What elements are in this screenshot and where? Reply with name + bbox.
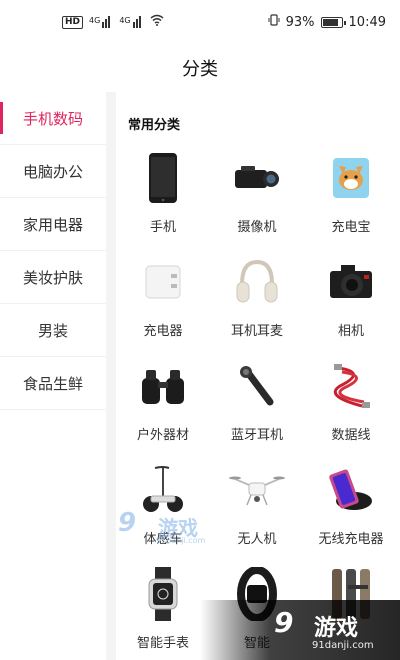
signal-icon-1: 4G bbox=[89, 16, 113, 28]
sidebar-item-fresh-food[interactable]: 食品生鲜 bbox=[0, 357, 106, 410]
category-item-outdoor-gear[interactable]: 户外器材 bbox=[116, 356, 210, 460]
watermark-mark: 9 bbox=[118, 508, 137, 538]
battery-icon bbox=[320, 16, 346, 28]
data-cable-icon bbox=[321, 358, 381, 414]
category-content: 常用分类 手机 摄像机 充电宝 充电器 耳机耳麦 相机 户外器材 蓝牙耳机 数据… bbox=[116, 92, 400, 660]
battery-percent: 93% bbox=[285, 14, 315, 30]
category-label: 摄像机 bbox=[237, 220, 277, 235]
category-item-smartwatch[interactable]: 智能手表 bbox=[116, 564, 210, 660]
status-time: 10:49 bbox=[348, 14, 386, 30]
sidebar-item-label: 手机数码 bbox=[22, 109, 83, 128]
vibrate-icon bbox=[268, 14, 280, 30]
category-item-phone[interactable]: 手机 bbox=[116, 148, 210, 252]
camcorder-icon bbox=[227, 150, 287, 206]
watermark-text: 游戏 bbox=[314, 616, 359, 641]
watermark-url: 91danji.com bbox=[312, 640, 374, 651]
category-item-power-bank[interactable]: 充电宝 bbox=[304, 148, 398, 252]
binoculars-icon bbox=[133, 358, 193, 414]
category-item-camera[interactable]: 相机 bbox=[304, 252, 398, 356]
sidebar-item-label: 食品生鲜 bbox=[22, 374, 83, 393]
watermark-url: 91danji.com bbox=[156, 536, 206, 545]
sidebar-item-menswear[interactable]: 男装 bbox=[0, 304, 106, 357]
category-label: 充电器 bbox=[143, 324, 183, 339]
category-item-headphones[interactable]: 耳机耳麦 bbox=[210, 252, 304, 356]
wireless-charger-icon bbox=[321, 462, 381, 518]
sidebar-item-computers-office[interactable]: 电脑办公 bbox=[0, 145, 106, 198]
category-item-drone[interactable]: 无人机 bbox=[210, 460, 304, 564]
headphones-icon bbox=[227, 254, 287, 310]
smartwatch-icon bbox=[133, 566, 193, 622]
drone-icon bbox=[227, 462, 287, 518]
bluetooth-earpiece-icon bbox=[227, 358, 287, 414]
category-label: 数据线 bbox=[331, 428, 371, 443]
power-bank-icon bbox=[321, 150, 381, 206]
category-label: 耳机耳麦 bbox=[230, 324, 283, 339]
watermark-logo-corner: 9 游戏 91danji.com bbox=[200, 600, 400, 660]
category-sidebar: 手机数码 电脑办公 家用电器 美妆护肤 男装 食品生鲜 bbox=[0, 92, 106, 660]
camera-icon bbox=[321, 254, 381, 310]
category-label: 无人机 bbox=[237, 532, 277, 547]
category-item-wireless-charger[interactable]: 无线充电器 bbox=[304, 460, 398, 564]
page-header: 分类 bbox=[0, 44, 400, 92]
signal-icon-2: 4G bbox=[119, 16, 143, 28]
category-item-data-cable[interactable]: 数据线 bbox=[304, 356, 398, 460]
section-title: 常用分类 bbox=[128, 118, 181, 133]
sidebar-item-beauty-skincare[interactable]: 美妆护肤 bbox=[0, 251, 106, 304]
wifi-icon bbox=[150, 14, 164, 30]
category-label: 无线充电器 bbox=[318, 532, 384, 547]
category-label: 相机 bbox=[337, 324, 364, 339]
category-item-bluetooth-earphones[interactable]: 蓝牙耳机 bbox=[210, 356, 304, 460]
category-label: 充电宝 bbox=[331, 220, 371, 235]
watermark-logo-mid: 9 游戏 91danji.com bbox=[118, 508, 218, 548]
sidebar-item-phones-digital[interactable]: 手机数码 bbox=[0, 92, 106, 145]
charger-icon bbox=[133, 254, 193, 310]
status-right: 93% 10:49 bbox=[268, 14, 386, 30]
sidebar-item-label: 男装 bbox=[37, 321, 68, 340]
category-label: 智能手表 bbox=[136, 636, 189, 651]
sidebar-item-label: 电脑办公 bbox=[22, 162, 83, 181]
category-item-camcorder[interactable]: 摄像机 bbox=[210, 148, 304, 252]
sidebar-item-home-appliances[interactable]: 家用电器 bbox=[0, 198, 106, 251]
status-left: HD 4G 4G bbox=[62, 14, 164, 30]
sidebar-item-label: 家用电器 bbox=[22, 215, 83, 234]
sidebar-divider bbox=[106, 92, 116, 660]
watermark-mark: 9 bbox=[274, 606, 294, 639]
smartphone-icon bbox=[133, 150, 193, 206]
category-item-charger[interactable]: 充电器 bbox=[116, 252, 210, 356]
category-label: 手机 bbox=[149, 220, 176, 235]
page-title: 分类 bbox=[182, 59, 218, 80]
category-label: 蓝牙耳机 bbox=[230, 428, 283, 443]
status-bar: HD 4G 4G 93% 10:49 bbox=[0, 0, 400, 44]
sidebar-item-label: 美妆护肤 bbox=[22, 268, 83, 287]
hd-icon: HD bbox=[62, 15, 84, 29]
category-label: 户外器材 bbox=[136, 428, 189, 443]
